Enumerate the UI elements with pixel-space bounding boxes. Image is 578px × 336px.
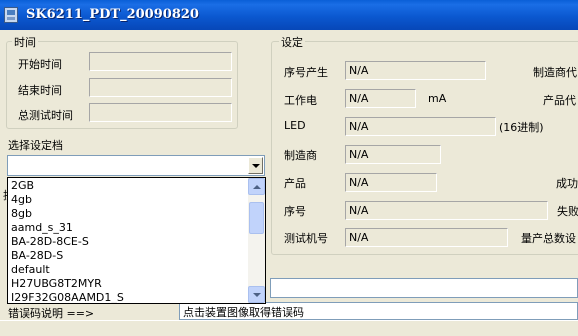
dropdown-option[interactable]: default (11, 263, 50, 277)
app-device-icon[interactable] (4, 7, 18, 23)
tester-id-label: 测试机号 (284, 232, 328, 245)
led-hex-suffix: (16进制) (499, 121, 544, 134)
serial-field: N/A (345, 201, 548, 220)
combo-dropdown-button[interactable] (248, 157, 263, 174)
profile-combobox[interactable] (7, 155, 265, 176)
manufacturer-code-label: 制造商代 (533, 66, 577, 79)
profile-label: 选择设定档 (8, 139, 63, 152)
product-code-label: 产品代 (543, 94, 576, 107)
dropdown-option[interactable]: I29F32G08AAMD1_S (11, 291, 124, 303)
chevron-up-icon (253, 185, 261, 189)
scroll-thumb[interactable] (249, 202, 264, 234)
scroll-down-button[interactable] (248, 286, 265, 303)
serial-gen-field: N/A (345, 61, 486, 80)
tester-id-field: N/A (345, 228, 508, 247)
start-time-field (89, 52, 232, 71)
total-time-label: 总测试时间 (18, 109, 73, 122)
scroll-up-button[interactable] (248, 178, 265, 195)
error-code-field: 点击装置图像取得错误码 (179, 302, 578, 320)
total-time-field (89, 103, 232, 122)
end-time-label: 结束时间 (18, 84, 62, 97)
serial-label: 序号 (284, 205, 306, 218)
profile-dropdown-list[interactable]: 2GB 4gb 8gb aamd_s_31 BA-28D-8CE-S BA-28… (7, 177, 266, 304)
dropdown-scrollbar[interactable] (248, 178, 265, 303)
led-field: N/A (345, 117, 496, 136)
current-unit: mA (428, 92, 447, 105)
dropdown-option[interactable]: 8gb (11, 207, 32, 221)
chevron-down-icon (252, 164, 260, 168)
status-box (270, 278, 578, 298)
dropdown-option[interactable]: 4gb (11, 193, 32, 207)
dropdown-option[interactable]: BA-28D-8CE-S (11, 235, 89, 249)
title-bar[interactable]: SK6211_PDT_20090820 (0, 0, 578, 30)
product-field: N/A (345, 173, 437, 192)
window-title: SK6211_PDT_20090820 (26, 7, 199, 22)
dropdown-option[interactable]: BA-28D-S (11, 249, 63, 263)
dropdown-option[interactable]: H27UBG8T2MYR (11, 277, 102, 291)
success-label: 成功 (556, 177, 578, 190)
serial-gen-label: 序号产生 (284, 66, 328, 79)
end-time-field (89, 78, 232, 97)
dropdown-option[interactable]: 2GB (11, 179, 34, 193)
led-label: LED (284, 119, 306, 132)
settings-group-legend: 设定 (279, 34, 305, 50)
chevron-down-icon (253, 293, 261, 297)
time-group-legend: 时间 (12, 34, 38, 50)
start-time-label: 开始时间 (18, 58, 62, 71)
current-field: N/A (345, 89, 416, 108)
fail-label: 失败 (557, 205, 578, 218)
mass-total-label: 量产总数设 (521, 232, 576, 245)
error-code-label: 错误码说明 ==> (8, 307, 95, 320)
maker-label: 制造商 (284, 149, 317, 162)
product-label: 产品 (284, 177, 306, 190)
window-bottom-edge (0, 320, 578, 336)
dropdown-option[interactable]: aamd_s_31 (11, 221, 73, 235)
current-label: 工作电 (284, 94, 317, 107)
maker-field: N/A (345, 145, 441, 164)
